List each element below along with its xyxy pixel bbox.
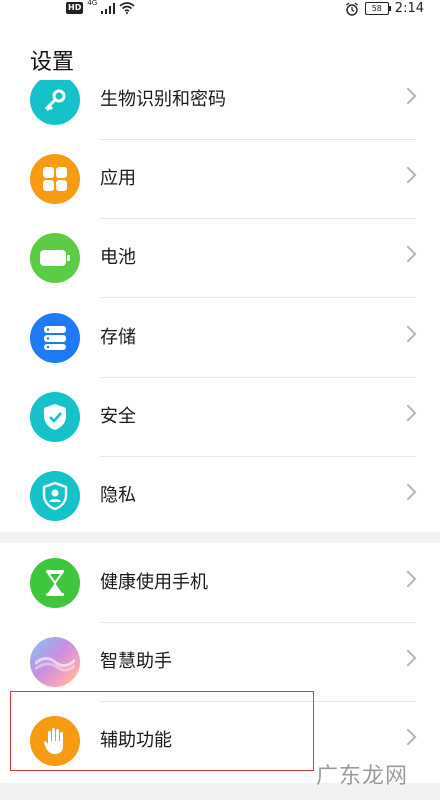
settings-item-biometrics[interactable]: 生物识别和密码	[0, 80, 440, 140]
settings-group-1: 生物识别和密码 应用 电池 存储 安全 隐私	[0, 80, 440, 532]
settings-item-label: 生物识别和密码	[100, 89, 226, 110]
settings-item-security[interactable]: 安全	[0, 377, 440, 457]
hd-badge: HD	[66, 2, 84, 14]
settings-item-label: 智慧助手	[100, 651, 172, 672]
key-icon	[30, 80, 80, 125]
chevron-right-icon	[399, 570, 417, 588]
status-right: 58 2:14	[345, 1, 424, 16]
settings-item-label: 隐私	[100, 485, 136, 506]
settings-item-label: 电池	[100, 247, 136, 268]
chevron-right-icon	[399, 87, 417, 105]
settings-item-apps[interactable]: 应用	[0, 139, 440, 219]
group-separator	[0, 532, 440, 543]
settings-item-label: 安全	[100, 406, 136, 427]
chevron-right-icon	[399, 245, 417, 263]
signal-icon	[101, 2, 116, 14]
shield-check-icon	[30, 392, 80, 442]
page-title: 设置	[30, 50, 75, 75]
chevron-right-icon	[399, 483, 417, 501]
wifi-icon	[119, 2, 135, 14]
storage-icon	[30, 313, 80, 363]
alarm-icon	[345, 2, 358, 16]
settings-item-privacy[interactable]: 隐私	[0, 456, 440, 532]
battery-icon	[30, 233, 80, 283]
hourglass-icon	[30, 558, 80, 608]
clock: 2:14	[394, 1, 424, 16]
status-bar: HD 4G 58 2:14	[0, 0, 440, 22]
chevron-right-icon	[399, 325, 417, 343]
chevron-right-icon	[399, 649, 417, 667]
smart-assistant-icon	[30, 637, 80, 687]
settings-item-digital-balance[interactable]: 健康使用手机	[0, 543, 440, 623]
chevron-right-icon	[399, 404, 417, 422]
settings-item-label: 应用	[100, 168, 136, 189]
chevron-right-icon	[399, 166, 417, 184]
watermark: 广东龙网	[315, 764, 408, 789]
status-left: HD 4G	[66, 0, 135, 14]
apps-grid-icon	[30, 154, 80, 204]
settings-item-label: 存储	[100, 327, 136, 348]
network-type: 4G	[87, 0, 98, 7]
settings-item-smart-assistant[interactable]: 智慧助手	[0, 622, 440, 702]
battery-indicator: 58	[364, 2, 391, 15]
settings-item-label: 健康使用手机	[100, 572, 208, 593]
privacy-shield-icon	[30, 471, 80, 521]
settings-item-battery[interactable]: 电池	[0, 218, 440, 298]
chevron-right-icon	[399, 728, 417, 746]
settings-item-storage[interactable]: 存储	[0, 298, 440, 378]
highlight-box	[10, 691, 314, 771]
